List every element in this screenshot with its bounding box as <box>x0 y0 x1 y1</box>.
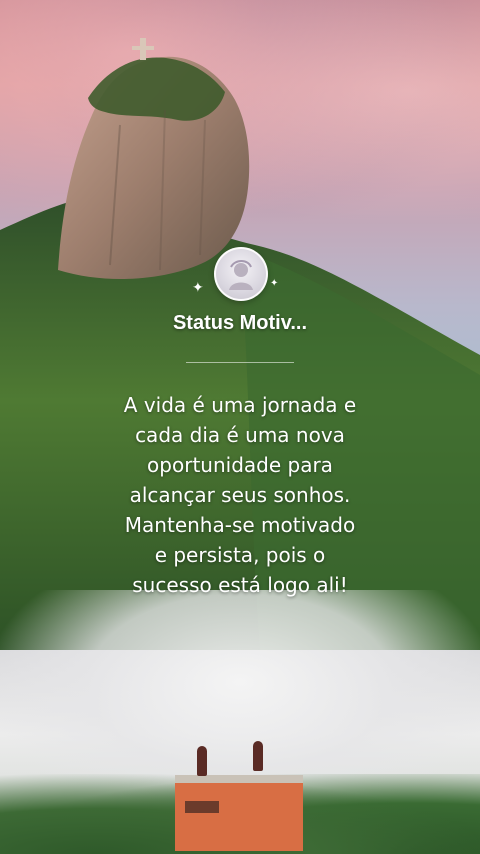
card-title: Status Motiv... <box>172 312 308 334</box>
sparkle-icon: ✦ <box>192 280 204 296</box>
person-1 <box>197 746 207 776</box>
person-2 <box>253 741 263 771</box>
building-window <box>185 801 219 813</box>
profile-avatar[interactable] <box>214 247 268 301</box>
title-divider <box>186 362 294 363</box>
sparkle-icon: ✦ <box>270 278 279 289</box>
profile-avatar-icon <box>229 260 253 290</box>
rooftop-building <box>175 775 303 851</box>
motivational-quote: A vida é uma jornada e cada dia é uma no… <box>123 393 357 597</box>
